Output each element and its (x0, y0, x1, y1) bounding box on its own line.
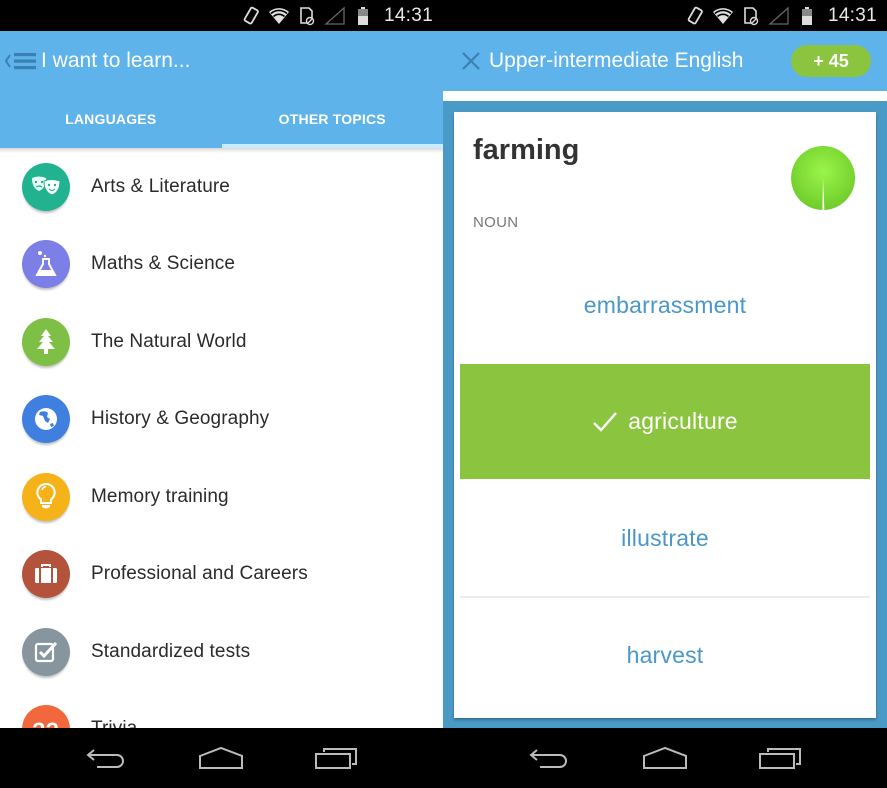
question-word: farming (473, 134, 580, 166)
home-nav-button[interactable] (197, 743, 245, 773)
svg-text:??: ?? (32, 718, 59, 729)
answer-label: agriculture (628, 408, 738, 434)
answer-option-agriculture[interactable]: agriculture (460, 364, 870, 479)
status-bar: 14:31 (0, 0, 443, 31)
answer-option-illustrate[interactable]: illustrate (460, 481, 870, 596)
topic-label: Trivia (91, 717, 138, 729)
topic-label: Professional and Careers (91, 562, 308, 584)
question-card: farming NOUN embarrassment agriculture i… (454, 112, 876, 718)
close-icon[interactable] (459, 49, 483, 73)
flask-icon (22, 239, 70, 288)
back-menu-icon[interactable] (4, 46, 40, 76)
topic-professional-careers[interactable]: Professional and Careers (0, 535, 443, 612)
topic-memory-training[interactable]: Memory training (0, 458, 443, 535)
tab-other-topics[interactable]: OTHER TOPICS (221, 91, 444, 148)
globe-icon (22, 394, 70, 443)
signal-icon (324, 6, 346, 26)
sd-card-icon (740, 6, 762, 26)
app-bar: I want to learn... (0, 31, 443, 91)
signal-icon (768, 6, 790, 26)
topic-trivia[interactable]: ?? Trivia (0, 690, 443, 728)
theater-masks-icon (22, 162, 70, 211)
back-nav-button[interactable] (526, 743, 574, 773)
progress-strip (443, 91, 887, 101)
topic-label: Memory training (91, 485, 229, 507)
topic-label: The Natural World (91, 330, 247, 352)
score-badge: + 45 (791, 45, 871, 77)
tree-icon (22, 317, 70, 366)
wifi-icon (712, 6, 734, 26)
wifi-icon (268, 6, 290, 26)
status-bar: 14:31 (443, 0, 887, 31)
briefcase-icon (22, 549, 70, 598)
topic-label: History & Geography (91, 407, 270, 429)
part-of-speech: NOUN (473, 214, 519, 231)
timer-arc (791, 145, 856, 210)
app-bar: Upper-intermediate English + 45 (443, 31, 887, 91)
home-nav-button[interactable] (641, 743, 689, 773)
topic-tabs: LANGUAGES OTHER TOPICS (0, 91, 443, 148)
question-marks-icon: ?? (22, 704, 70, 729)
topic-standardized-tests[interactable]: Standardized tests (0, 613, 443, 690)
right-screen: 14:31 Upper-intermediate English + 45 fa… (443, 0, 887, 788)
answer-label: illustrate (621, 525, 709, 551)
recents-nav-button[interactable] (312, 743, 360, 773)
topic-label: Arts & Literature (91, 175, 230, 197)
nav-bar (0, 728, 443, 788)
topic-maths-science[interactable]: Maths & Science (0, 225, 443, 302)
course-title: Upper-intermediate English (489, 49, 744, 72)
page-title: I want to learn... (41, 49, 191, 72)
topic-label: Maths & Science (91, 252, 236, 274)
checkbox-icon (22, 627, 70, 676)
topic-arts-literature[interactable]: Arts & Literature (0, 148, 443, 225)
battery-icon (352, 6, 374, 26)
topic-list: Arts & Literature Maths & Science The Na… (0, 148, 443, 728)
recents-nav-button[interactable] (756, 743, 804, 773)
lightbulb-icon (22, 472, 70, 521)
clock: 14:31 (827, 4, 877, 26)
topic-label: Standardized tests (91, 640, 251, 662)
battery-icon (796, 6, 818, 26)
back-nav-button[interactable] (83, 743, 131, 773)
nav-bar (443, 728, 887, 788)
rotate-icon (684, 6, 706, 26)
rotate-icon (240, 6, 262, 26)
topic-natural-world[interactable]: The Natural World (0, 303, 443, 380)
left-screen: 14:31 I want to learn... LANGUAGES OTHER… (0, 0, 443, 788)
tab-languages[interactable]: LANGUAGES (0, 91, 222, 148)
sd-card-icon (296, 6, 318, 26)
answer-label: harvest (626, 642, 704, 668)
check-icon (592, 411, 618, 433)
answer-option-embarrassment[interactable]: embarrassment (460, 248, 870, 363)
clock: 14:31 (383, 4, 433, 26)
topic-history-geography[interactable]: History & Geography (0, 380, 443, 457)
answer-option-harvest[interactable]: harvest (460, 598, 870, 713)
timer-indicator (791, 145, 856, 210)
answer-label: embarrassment (583, 292, 747, 318)
